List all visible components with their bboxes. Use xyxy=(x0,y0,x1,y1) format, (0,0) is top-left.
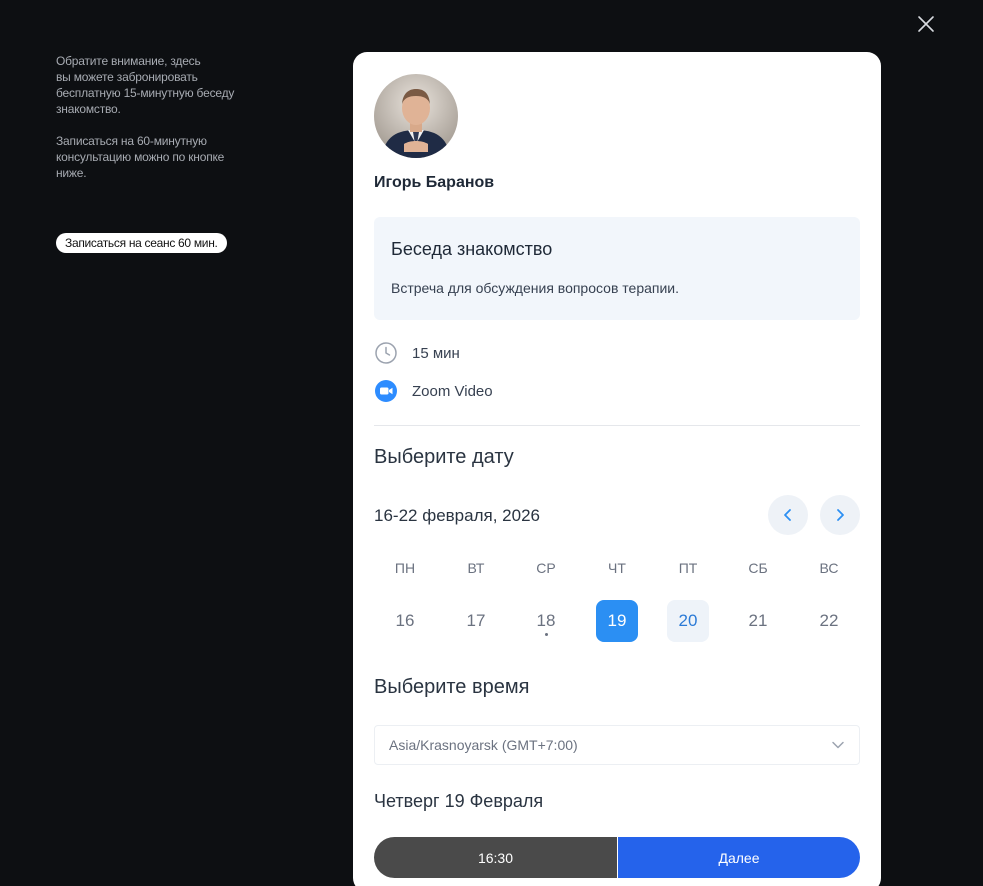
week-range: 16-22 февраля, 2026 xyxy=(374,506,540,525)
day-column-fri: ПТ 20 xyxy=(666,558,710,642)
date-cell: 16 xyxy=(395,611,415,630)
divider xyxy=(374,425,860,426)
day-column-wed: СР 18 xyxy=(524,558,568,642)
book-60-min-button[interactable]: Записаться на сеанс 60 мин. xyxy=(56,233,227,253)
date-cell-available[interactable]: 20 xyxy=(667,600,709,642)
host-name: Игорь Баранов xyxy=(374,174,495,191)
day-column-mon: ПН 16 xyxy=(383,558,427,642)
location-row: Zoom Video xyxy=(374,379,493,403)
booking-card: Игорь Баранов Беседа знакомство Встреча … xyxy=(353,52,881,886)
day-column-sun: ВС 22 xyxy=(807,558,851,642)
day-of-week: СБ xyxy=(748,560,768,576)
side-note: Обратите внимание, здесь вы можете забро… xyxy=(56,53,266,197)
date-cell-today: 18 xyxy=(525,600,567,642)
next-button[interactable]: Далее xyxy=(618,837,860,878)
date-cell: 22 xyxy=(819,611,839,630)
day-of-week: ПТ xyxy=(678,560,698,576)
day-of-week: СР xyxy=(536,560,556,576)
timezone-value: Asia/Krasnoyarsk (GMT+7:00) xyxy=(389,737,578,753)
event-info-box: Беседа знакомство Встреча для обсуждения… xyxy=(374,217,860,320)
date-cell-selected[interactable]: 19 xyxy=(596,600,638,642)
day-of-week: ЧТ xyxy=(608,560,626,576)
clock-icon xyxy=(375,342,397,364)
date-cell: 21 xyxy=(748,611,768,630)
side-note-paragraph-2: Записаться на 60-минутную консультацию м… xyxy=(56,134,225,180)
choose-date-title: Выберите дату xyxy=(374,446,514,468)
event-title: Беседа знакомство xyxy=(391,239,553,259)
next-week-button[interactable] xyxy=(820,495,860,535)
selected-day-title: Четверг 19 Февраля xyxy=(374,791,544,811)
action-bar: 16:30 Далее xyxy=(374,837,860,878)
event-location: Zoom Video xyxy=(412,382,493,400)
date-number: 18 xyxy=(536,611,556,630)
chevron-down-icon xyxy=(832,741,844,749)
event-duration: 15 мин xyxy=(412,344,460,362)
day-column-sat: СБ 21 xyxy=(736,558,780,642)
chevron-right-icon xyxy=(837,509,844,521)
selected-time-button[interactable]: 16:30 xyxy=(374,837,617,878)
day-of-week: ПН xyxy=(394,560,416,576)
chevron-left-icon xyxy=(784,509,791,521)
day-of-week: ВС xyxy=(819,560,839,576)
date-cell: 17 xyxy=(466,611,486,630)
close-button[interactable] xyxy=(914,12,938,36)
event-description: Встреча для обсуждения вопросов терапии. xyxy=(391,280,679,296)
day-column-thu: ЧТ 19 xyxy=(595,558,639,642)
day-column-tue: ВТ 17 xyxy=(454,558,498,642)
today-dot xyxy=(544,633,548,636)
prev-week-button[interactable] xyxy=(768,495,808,535)
choose-time-title: Выберите время xyxy=(374,676,530,698)
day-of-week: ВТ xyxy=(467,560,485,576)
duration-row: 15 мин xyxy=(374,341,460,365)
zoom-video-icon xyxy=(375,380,397,402)
side-note-paragraph-1: Обратите внимание, здесь вы можете забро… xyxy=(56,54,235,116)
timezone-select[interactable]: Asia/Krasnoyarsk (GMT+7:00) xyxy=(374,725,860,765)
host-avatar xyxy=(374,74,458,158)
close-icon xyxy=(918,16,934,32)
